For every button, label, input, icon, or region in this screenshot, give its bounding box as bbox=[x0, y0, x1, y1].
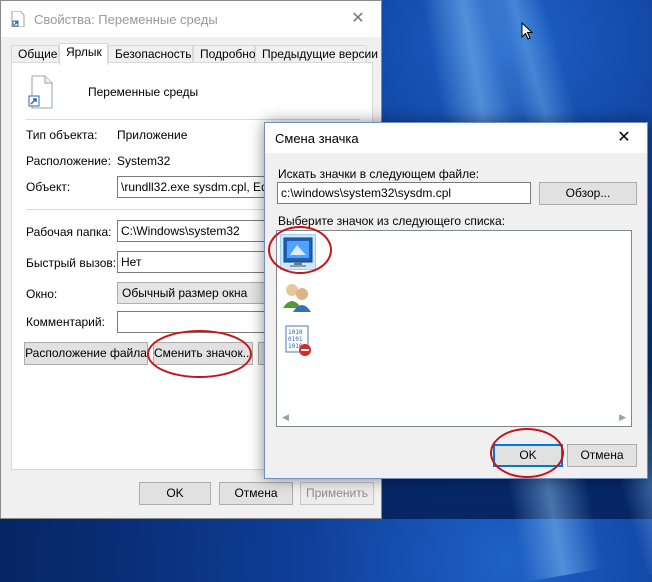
tab-previous-versions[interactable]: Предыдущие версии bbox=[255, 45, 378, 63]
horizontal-scrollbar[interactable]: ◀ ▶ bbox=[278, 409, 630, 425]
shortcut-window-icon bbox=[11, 11, 25, 27]
location-label: Расположение: bbox=[26, 154, 111, 168]
properties-window-title: Свойства: Переменные среды bbox=[34, 12, 218, 27]
svg-text:0101: 0101 bbox=[288, 336, 303, 343]
tab-security[interactable]: Безопасность bbox=[108, 45, 193, 63]
cancel-button[interactable]: Отмена bbox=[567, 444, 637, 467]
tab-details[interactable]: Подробно bbox=[193, 45, 256, 63]
change-icon-title-bar[interactable]: Смена значка ✕ bbox=[265, 123, 647, 153]
open-file-location-button[interactable]: Расположение файла bbox=[24, 342, 148, 365]
close-icon[interactable]: ✕ bbox=[601, 123, 647, 153]
scroll-right-icon[interactable]: ▶ bbox=[619, 412, 626, 423]
tab-general[interactable]: Общие bbox=[11, 45, 59, 63]
icon-list[interactable]: 1010 0101 1010 ◀ ▶ bbox=[276, 230, 632, 427]
binary-code-icon[interactable]: 1010 0101 1010 bbox=[280, 323, 316, 359]
icon-file-path-input[interactable]: c:\windows\system32\sysdm.cpl bbox=[277, 182, 531, 204]
search-file-label: Искать значки в следующем файле: bbox=[278, 167, 480, 181]
start-in-label: Рабочая папка: bbox=[26, 225, 112, 239]
target-label: Объект: bbox=[26, 180, 71, 194]
shortcut-name: Переменные среды bbox=[88, 85, 199, 99]
browse-button[interactable]: Обзор... bbox=[539, 182, 637, 205]
properties-title-bar[interactable]: Свойства: Переменные среды ✕ bbox=[1, 1, 381, 37]
comment-label: Комментарий: bbox=[26, 315, 105, 329]
tab-shortcut[interactable]: Ярлык bbox=[59, 43, 108, 65]
apply-button[interactable]: Применить bbox=[300, 482, 374, 505]
run-label: Окно: bbox=[26, 287, 58, 301]
svg-text:1010: 1010 bbox=[288, 329, 303, 336]
change-icon-dialog-title: Смена значка bbox=[275, 131, 359, 146]
cancel-button[interactable]: Отмена bbox=[219, 482, 293, 505]
close-icon[interactable]: ✕ bbox=[335, 1, 381, 37]
target-type-label: Тип объекта: bbox=[26, 128, 98, 142]
highlight-ring bbox=[147, 330, 252, 378]
icon-list-label: Выберите значок из следующего списка: bbox=[278, 214, 506, 228]
change-icon-dialog: Смена значка ✕ Искать значки в следующем… bbox=[264, 122, 648, 479]
shortcut-file-icon bbox=[28, 75, 53, 109]
highlight-ring bbox=[490, 428, 564, 478]
ok-button[interactable]: OK bbox=[139, 482, 211, 505]
scroll-left-icon[interactable]: ◀ bbox=[282, 412, 289, 423]
location-value: System32 bbox=[117, 154, 171, 168]
highlight-ring bbox=[268, 226, 332, 274]
target-type-value: Приложение bbox=[117, 128, 188, 142]
mouse-cursor-icon bbox=[521, 22, 533, 40]
divider bbox=[26, 119, 360, 120]
users-icon[interactable] bbox=[280, 280, 316, 316]
hotkey-label: Быстрый вызов: bbox=[26, 256, 117, 270]
